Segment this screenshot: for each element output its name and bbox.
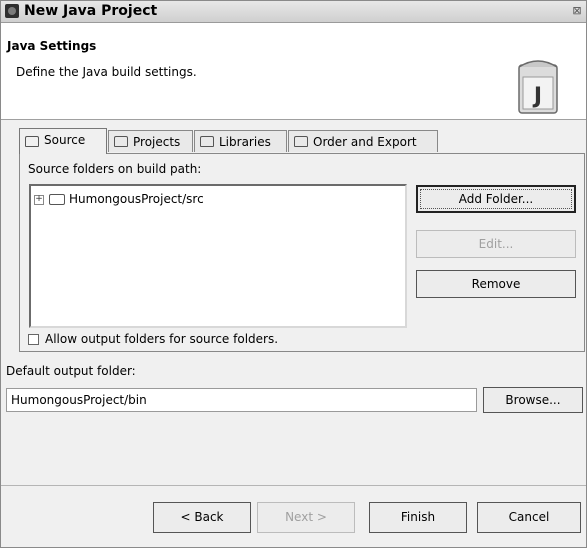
jar-icon-letter: J xyxy=(532,84,542,109)
java-jar-icon: J xyxy=(518,60,558,114)
allow-output-folders-checkbox[interactable] xyxy=(28,334,39,345)
expand-icon[interactable]: + xyxy=(34,194,44,205)
title-bar[interactable]: New Java Project ⊠ xyxy=(1,1,586,23)
tab-source[interactable]: Source xyxy=(19,128,107,154)
finish-button[interactable]: Finish xyxy=(369,502,467,533)
default-output-folder-label: Default output folder: xyxy=(6,364,136,378)
footer-divider xyxy=(1,485,586,486)
tree-item-label: HumongousProject/src xyxy=(69,192,204,206)
source-tab-panel: Source folders on build path: + Humongous… xyxy=(19,153,585,352)
wizard-banner: Java Settings Define the Java build sett… xyxy=(1,23,586,120)
tab-libraries-label: Libraries xyxy=(219,135,271,149)
edit-button[interactable]: Edit... xyxy=(416,230,576,258)
libraries-icon xyxy=(200,136,214,147)
close-icon[interactable]: ⊠ xyxy=(571,4,583,18)
tree-item[interactable]: + HumongousProject/src xyxy=(34,191,204,207)
edit-label: Edit... xyxy=(478,237,514,251)
tab-libraries[interactable]: Libraries xyxy=(194,130,287,152)
source-folder-icon xyxy=(49,194,65,205)
next-button[interactable]: Next > xyxy=(257,502,355,533)
projects-icon xyxy=(114,136,128,147)
tab-projects[interactable]: Projects xyxy=(108,130,193,152)
default-output-folder-input[interactable] xyxy=(6,388,477,412)
allow-output-folders-label: Allow output folders for source folders. xyxy=(45,332,279,346)
finish-label: Finish xyxy=(400,510,436,524)
browse-label: Browse... xyxy=(505,393,561,407)
page-description: Define the Java build settings. xyxy=(16,65,197,79)
source-folder-icon xyxy=(25,136,39,147)
tab-projects-label: Projects xyxy=(133,135,181,149)
window-title: New Java Project xyxy=(24,3,158,19)
next-label: Next > xyxy=(285,510,327,524)
source-folders-tree[interactable]: + HumongousProject/src xyxy=(29,184,407,328)
add-folder-button[interactable]: Add Folder... xyxy=(416,185,576,213)
browse-button[interactable]: Browse... xyxy=(483,387,583,413)
back-button[interactable]: < Back xyxy=(153,502,251,533)
tab-order-export[interactable]: Order and Export xyxy=(288,130,438,152)
page-heading: Java Settings xyxy=(7,39,97,53)
order-export-icon xyxy=(294,136,308,147)
source-folders-label: Source folders on build path: xyxy=(28,162,202,176)
eclipse-app-icon xyxy=(5,4,19,18)
remove-label: Remove xyxy=(471,277,521,291)
back-label: < Back xyxy=(180,510,224,524)
new-java-project-dialog: New Java Project ⊠ Java Settings Define … xyxy=(0,0,587,548)
allow-output-folders-option[interactable]: Allow output folders for source folders. xyxy=(28,331,278,347)
tab-order-export-label: Order and Export xyxy=(313,135,417,149)
tab-source-label: Source xyxy=(44,133,86,147)
cancel-label: Cancel xyxy=(508,510,550,524)
cancel-button[interactable]: Cancel xyxy=(477,502,581,533)
remove-button[interactable]: Remove xyxy=(416,270,576,298)
